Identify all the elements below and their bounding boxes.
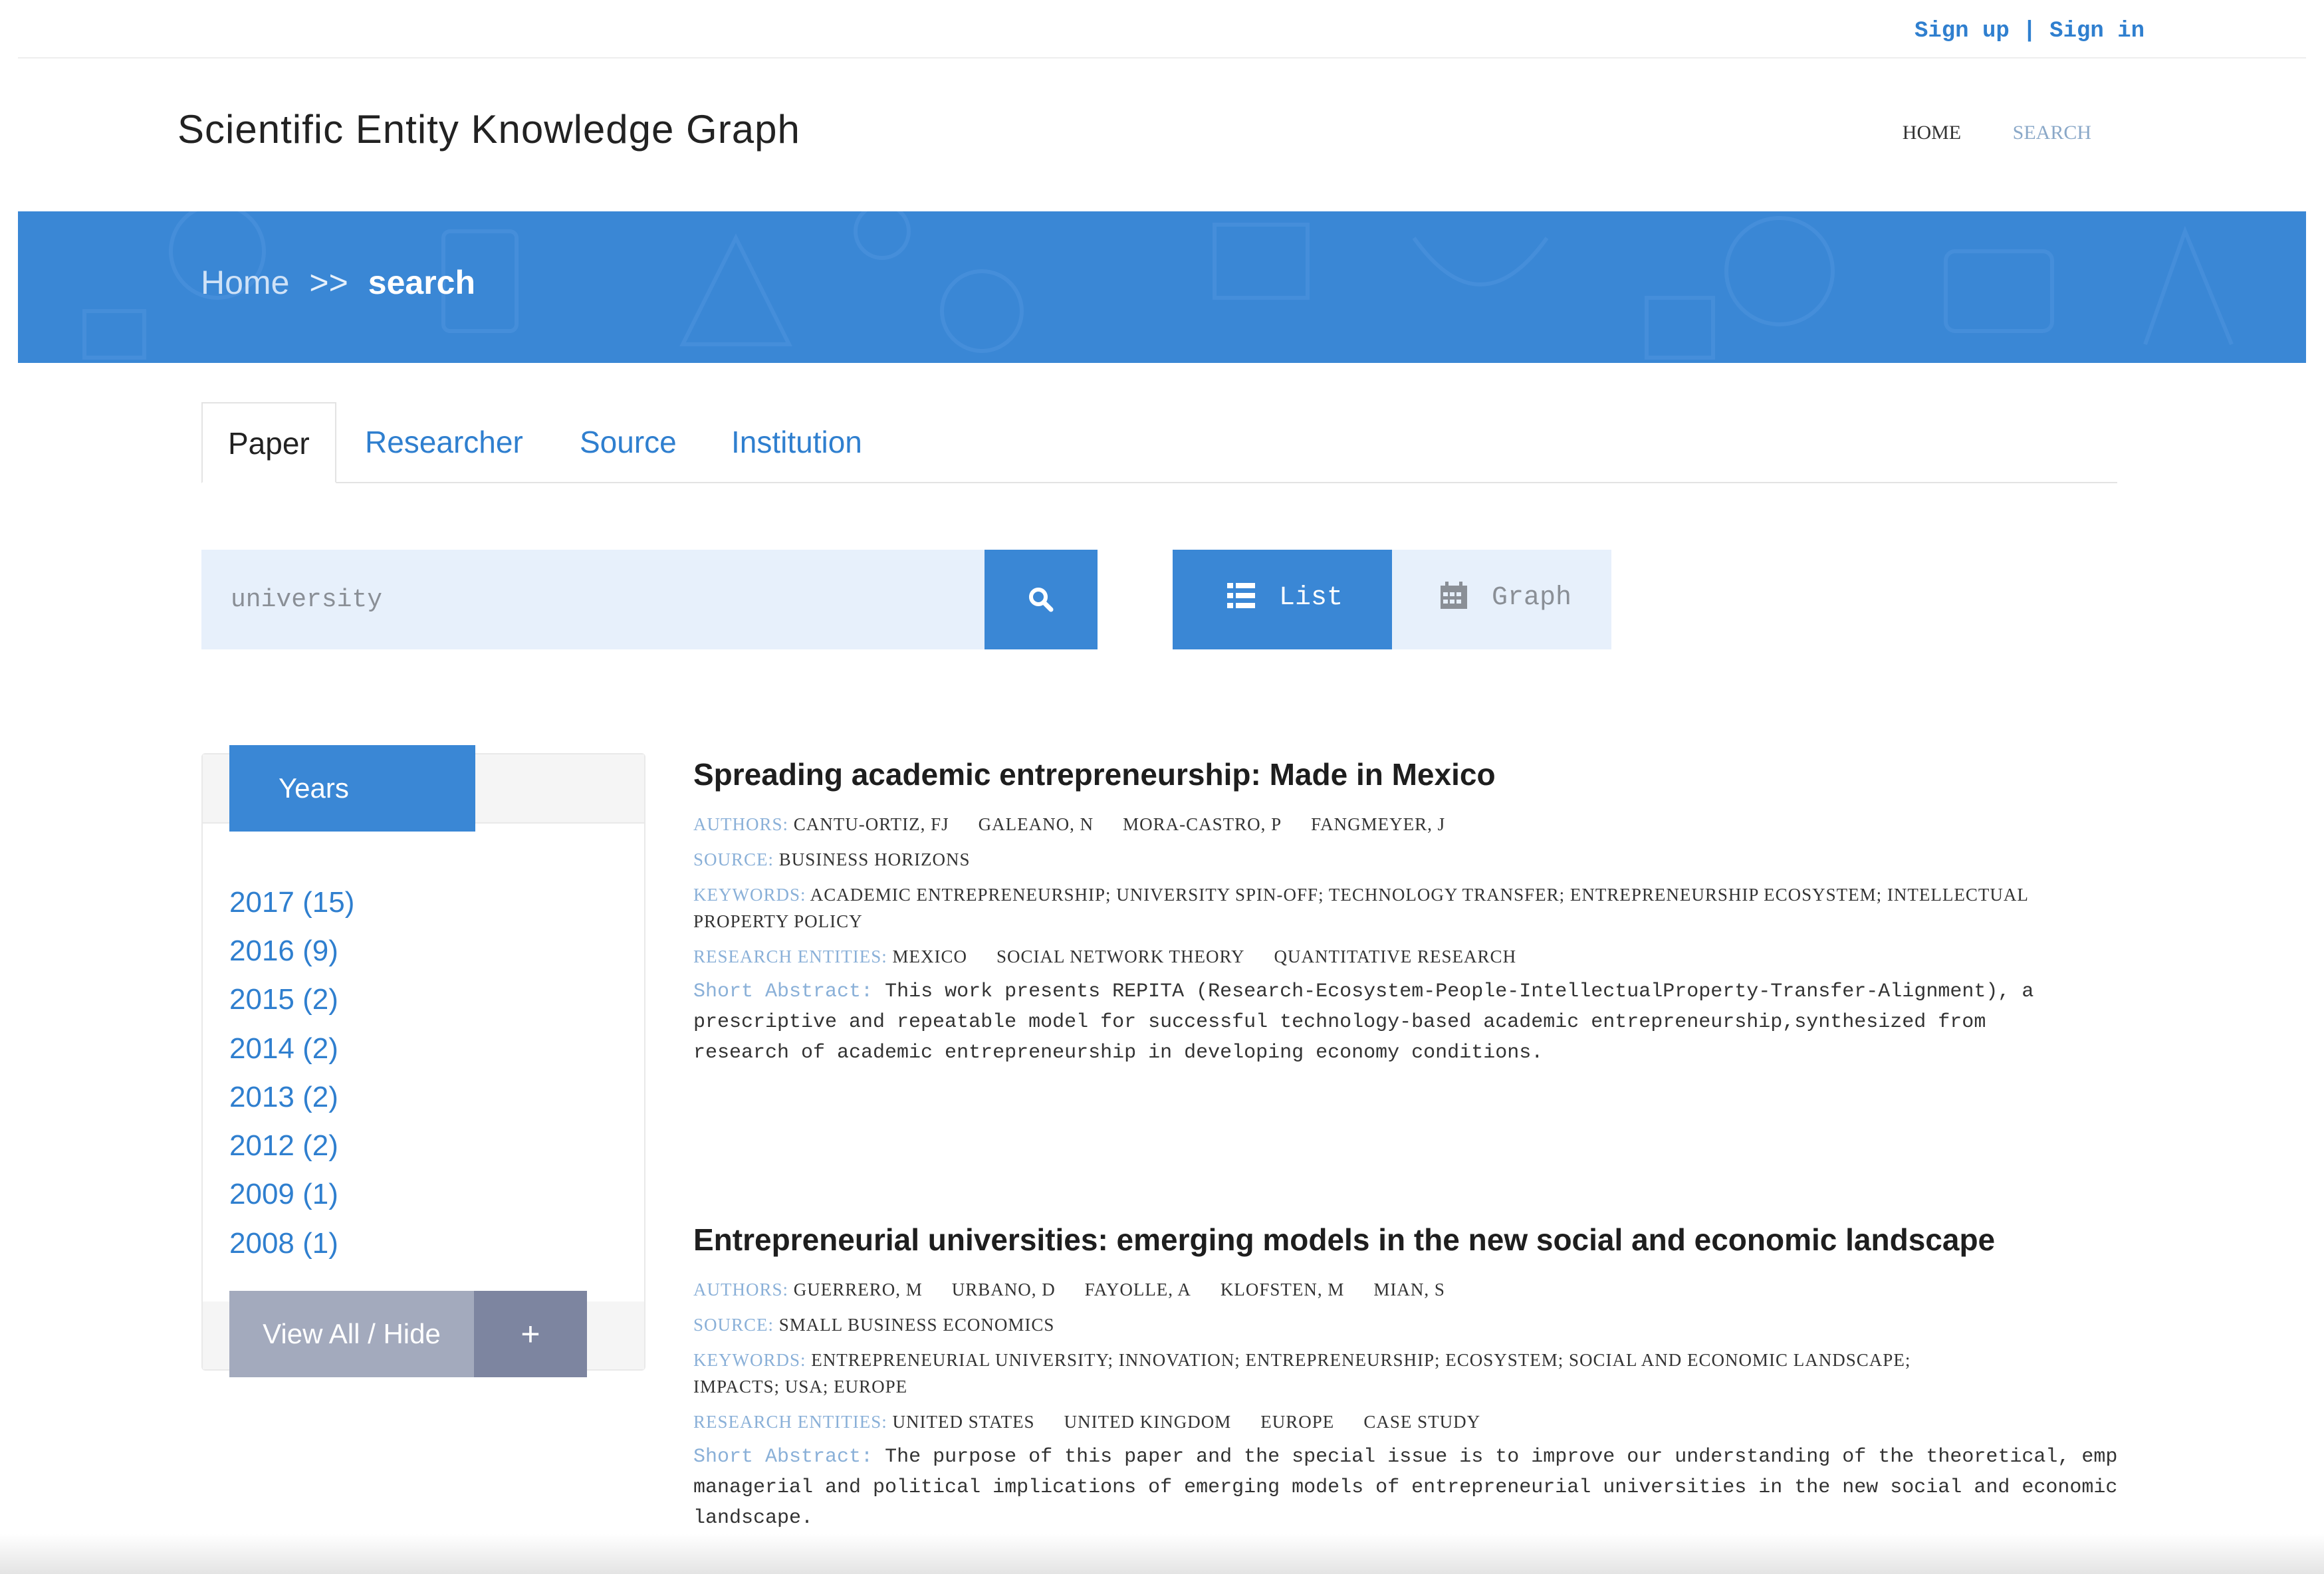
result-abstract: Short Abstract: This work presents REPIT… bbox=[693, 976, 2156, 1068]
signup-link[interactable]: Sign up bbox=[1915, 19, 2010, 44]
authors-label: AUTHORS: bbox=[693, 814, 789, 834]
list-view-button[interactable]: List bbox=[1173, 550, 1392, 649]
year-filter-item[interactable]: 2012 (2) bbox=[229, 1129, 338, 1163]
signin-link[interactable]: Sign in bbox=[2049, 19, 2145, 44]
entity-link[interactable]: EUROPE bbox=[1260, 1412, 1334, 1432]
entity-link[interactable]: SOCIAL NETWORK THEORY bbox=[996, 947, 1245, 966]
nav-home[interactable]: HOME bbox=[1903, 122, 1961, 144]
tab-paper[interactable]: Paper bbox=[201, 402, 336, 483]
author-link[interactable]: FAYOLLE, A bbox=[1085, 1280, 1191, 1299]
abstract-label: Short Abstract: bbox=[693, 1446, 873, 1468]
view-all-hide-button[interactable]: View All / Hide bbox=[229, 1291, 474, 1377]
nav-search[interactable]: SEARCH bbox=[2013, 122, 2091, 144]
source-link[interactable]: SMALL BUSINESS ECONOMICS bbox=[779, 1315, 1055, 1335]
breadcrumb: Home >> search bbox=[201, 263, 475, 302]
author-link[interactable]: URBANO, D bbox=[952, 1280, 1056, 1299]
abstract-text: The purpose of this paper and the specia… bbox=[885, 1446, 2118, 1468]
keywords-label: KEYWORDS: bbox=[693, 885, 806, 905]
entity-link[interactable]: QUANTITATIVE RESEARCH bbox=[1274, 947, 1517, 966]
keywords-text: IMPACTS; USA; EUROPE bbox=[693, 1377, 908, 1397]
result-abstract: Short Abstract: The purpose of this pape… bbox=[693, 1442, 2156, 1533]
entities-label: RESEARCH ENTITIES: bbox=[693, 947, 887, 966]
years-filter-title[interactable]: Years bbox=[229, 745, 475, 832]
years-filter-panel: Years 2017 (15) 2016 (9) 2015 (2) 2014 (… bbox=[201, 745, 645, 1377]
result-authors: AUTHORS: CANTU-ORTIZ, FJ GALEANO, N MORA-C… bbox=[693, 811, 2156, 838]
entity-link[interactable]: CASE STUDY bbox=[1363, 1412, 1480, 1432]
result-entities: RESEARCH ENTITIES: UNITED STATES UNITED K… bbox=[693, 1408, 2156, 1435]
source-label: SOURCE: bbox=[693, 849, 774, 869]
keywords-text: PROPERTY POLICY bbox=[693, 911, 863, 931]
keywords-label: KEYWORDS: bbox=[693, 1350, 806, 1370]
graph-view-label: Graph bbox=[1492, 583, 1572, 613]
keywords-text: ENTREPRENEURIAL UNIVERSITY; INNOVATION; … bbox=[811, 1350, 1911, 1370]
result-title[interactable]: Entrepreneurial universities: emerging m… bbox=[693, 1222, 2156, 1258]
author-link[interactable]: CANTU-ORTIZ, FJ bbox=[794, 814, 949, 834]
result-title[interactable]: Spreading academic entrepreneurship: Mad… bbox=[693, 756, 2156, 792]
main-nav: HOME SEARCH bbox=[1856, 122, 2091, 144]
entity-link[interactable]: UNITED STATES bbox=[893, 1412, 1035, 1432]
result-source: SOURCE: BUSINESS HORIZONS bbox=[693, 846, 2156, 873]
breadcrumb-separator: >> bbox=[309, 264, 348, 301]
tab-researcher[interactable]: Researcher bbox=[365, 402, 523, 482]
authors-label: AUTHORS: bbox=[693, 1280, 789, 1299]
year-filter-item[interactable]: 2014 (2) bbox=[229, 1032, 338, 1066]
year-filter-item[interactable]: 2013 (2) bbox=[229, 1081, 338, 1114]
abstract-text: landscape. bbox=[693, 1507, 814, 1529]
entity-link[interactable]: MEXICO bbox=[893, 947, 968, 966]
auth-links: Sign up | Sign in bbox=[1915, 19, 2145, 44]
tab-institution[interactable]: Institution bbox=[731, 402, 862, 482]
source-link[interactable]: BUSINESS HORIZONS bbox=[779, 849, 971, 869]
abstract-text: research of academic entrepreneurship in… bbox=[693, 1042, 1544, 1064]
tab-source[interactable]: Source bbox=[580, 402, 677, 482]
author-link[interactable]: KLOFSTEN, M bbox=[1220, 1280, 1345, 1299]
result-keywords: KEYWORDS: ENTREPRENEURIAL UNIVERSITY; IN… bbox=[693, 1347, 2156, 1400]
result-source: SOURCE: SMALL BUSINESS ECONOMICS bbox=[693, 1311, 2156, 1338]
list-icon bbox=[1227, 583, 1255, 608]
search-input[interactable] bbox=[201, 550, 958, 649]
year-filter-item[interactable]: 2008 (1) bbox=[229, 1227, 338, 1260]
author-link[interactable]: GALEANO, N bbox=[979, 814, 1094, 834]
author-link[interactable]: MORA-CASTRO, P bbox=[1123, 814, 1282, 834]
author-link[interactable]: MIAN, S bbox=[1373, 1280, 1445, 1299]
year-filter-item[interactable]: 2017 (15) bbox=[229, 886, 354, 919]
graph-view-button[interactable]: Graph bbox=[1392, 550, 1611, 649]
result-authors: AUTHORS: GUERRERO, M URBANO, D FAYOLLE, A K… bbox=[693, 1276, 2156, 1303]
year-filter-item[interactable]: 2016 (9) bbox=[229, 935, 338, 968]
breadcrumb-current: search bbox=[368, 264, 476, 301]
page-banner: Home >> search bbox=[18, 211, 2306, 363]
calendar-icon bbox=[1441, 582, 1467, 609]
abstract-text: managerial and political implications of… bbox=[693, 1476, 2118, 1499]
entity-link[interactable]: UNITED KINGDOM bbox=[1064, 1412, 1232, 1432]
result-item: Spreading academic entrepreneurship: Mad… bbox=[693, 756, 2156, 1068]
list-view-label: List bbox=[1279, 583, 1343, 613]
auth-separator: | bbox=[2022, 19, 2037, 44]
year-filter-item[interactable]: 2009 (1) bbox=[229, 1178, 338, 1211]
source-label: SOURCE: bbox=[693, 1315, 774, 1335]
result-entities: RESEARCH ENTITIES: MEXICO SOCIAL NETWORK … bbox=[693, 943, 2156, 970]
entities-label: RESEARCH ENTITIES: bbox=[693, 1412, 887, 1432]
result-item: Entrepreneurial universities: emerging m… bbox=[693, 1222, 2156, 1533]
result-keywords: KEYWORDS: ACADEMIC ENTREPRENEURSHIP; UNI… bbox=[693, 881, 2156, 935]
search-box bbox=[201, 550, 985, 649]
bottom-fade bbox=[0, 1534, 2324, 1574]
year-filter-item[interactable]: 2015 (2) bbox=[229, 983, 338, 1016]
expand-plus-button[interactable]: + bbox=[474, 1291, 587, 1377]
breadcrumb-home[interactable]: Home bbox=[201, 264, 289, 301]
keywords-text: ACADEMIC ENTREPRENEURSHIP; UNIVERSITY SP… bbox=[810, 885, 2029, 905]
top-divider bbox=[18, 57, 2306, 58]
abstract-text: prescriptive and repeatable model for su… bbox=[693, 1011, 1986, 1034]
search-button[interactable] bbox=[985, 550, 1098, 649]
abstract-text: This work presents REPITA (Research-Ecos… bbox=[885, 980, 2034, 1003]
site-title[interactable]: Scientific Entity Knowledge Graph bbox=[177, 106, 800, 152]
entity-tabs: Paper Researcher Source Institution bbox=[201, 402, 2117, 483]
author-link[interactable]: FANGMEYER, J bbox=[1311, 814, 1445, 834]
author-link[interactable]: GUERRERO, M bbox=[794, 1280, 923, 1299]
abstract-label: Short Abstract: bbox=[693, 980, 873, 1003]
search-icon bbox=[1029, 588, 1054, 612]
